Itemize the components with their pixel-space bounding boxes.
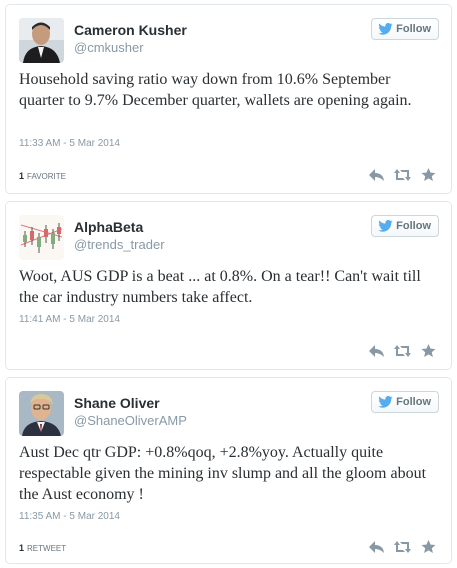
retweet-icon[interactable] <box>394 168 411 182</box>
tweet-card: Shane Oliver @ShaneOliverAMP Follow Aust… <box>5 377 452 564</box>
tweet-card: AlphaBeta @trends_trader Follow Woot, AU… <box>5 201 452 370</box>
follow-button[interactable]: Follow <box>371 18 439 40</box>
follow-button[interactable]: Follow <box>371 391 439 413</box>
user-handle[interactable]: @ShaneOliverAMP <box>74 413 187 428</box>
display-name[interactable]: AlphaBeta <box>74 219 143 235</box>
candlestick-chart-icon <box>19 215 64 260</box>
tweet-actions <box>368 168 437 182</box>
favorite-star-icon[interactable] <box>420 168 437 182</box>
avatar[interactable] <box>19 18 64 63</box>
tweet-actions <box>368 344 437 358</box>
timestamp[interactable]: 11:35 AM - 5 Mar 2014 <box>19 511 120 522</box>
retweet-count: 1 <box>19 543 25 553</box>
twitter-bird-icon <box>378 396 393 408</box>
tweet-text: Aust Dec qtr GDP: +0.8%qoq, +2.8%yoy. Ac… <box>19 444 427 503</box>
avatar-image <box>19 18 64 63</box>
user-handle[interactable]: @trends_trader <box>74 237 165 252</box>
tweet-text: Woot, AUS GDP is a beat ... at 0.8%. On … <box>19 268 421 306</box>
user-handle[interactable]: @cmkusher <box>74 40 144 55</box>
favorite-count: 1 <box>19 171 25 181</box>
reply-icon[interactable] <box>368 540 385 554</box>
display-name[interactable]: Cameron Kusher <box>74 22 187 38</box>
follow-label: Follow <box>396 220 431 232</box>
twitter-bird-icon <box>378 23 393 35</box>
avatar[interactable] <box>19 215 64 260</box>
favorite-label: FAVORITE <box>27 172 66 181</box>
retweet-icon[interactable] <box>394 540 411 554</box>
retweet-label: RETWEET <box>27 544 67 553</box>
follow-button[interactable]: Follow <box>371 215 439 237</box>
reply-icon[interactable] <box>368 344 385 358</box>
twitter-bird-icon <box>378 220 393 232</box>
tweet-card: Cameron Kusher @cmkusher Follow Househol… <box>5 4 452 194</box>
favorite-star-icon[interactable] <box>420 540 437 554</box>
tweet-actions <box>368 540 437 554</box>
avatar[interactable] <box>19 391 64 436</box>
display-name[interactable]: Shane Oliver <box>74 395 160 411</box>
retweet-stat[interactable]: 1 RETWEET <box>19 543 66 553</box>
avatar-image <box>19 391 64 436</box>
follow-label: Follow <box>396 23 431 35</box>
follow-label: Follow <box>396 396 431 408</box>
favorite-stat[interactable]: 1 FAVORITE <box>19 171 66 181</box>
tweet-text: Household saving ratio way down from 10.… <box>19 71 412 109</box>
retweet-icon[interactable] <box>394 344 411 358</box>
timestamp[interactable]: 11:33 AM - 5 Mar 2014 <box>19 138 120 149</box>
timestamp[interactable]: 11:41 AM - 5 Mar 2014 <box>19 314 120 325</box>
favorite-star-icon[interactable] <box>420 344 437 358</box>
reply-icon[interactable] <box>368 168 385 182</box>
